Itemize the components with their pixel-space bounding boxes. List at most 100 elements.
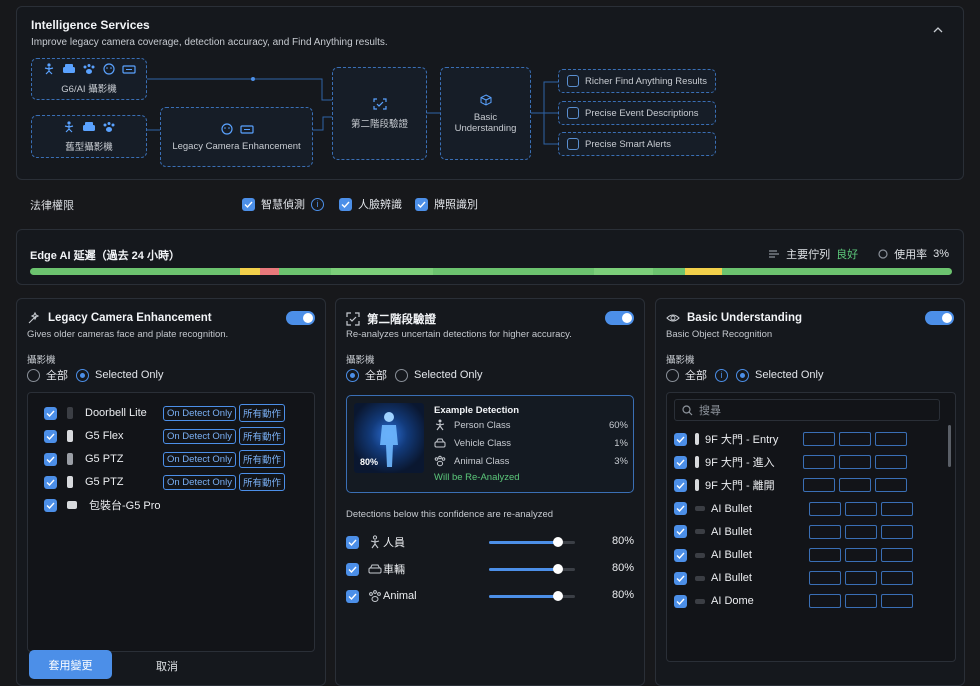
checkbox-checked-icon[interactable]	[674, 525, 687, 539]
info-icon[interactable]: i	[715, 368, 728, 382]
camera-icon	[67, 476, 73, 488]
mic-option-button[interactable]	[839, 478, 871, 493]
all-motion-button[interactable]: 所有動作	[238, 404, 285, 422]
checkbox-checked-icon[interactable]	[339, 197, 352, 211]
latency-bar	[30, 268, 952, 275]
search-input[interactable]: 搜尋	[674, 399, 940, 421]
camera-label: 攝影機	[346, 355, 375, 366]
audio-option-button[interactable]	[881, 571, 913, 586]
scrollbar[interactable]	[948, 425, 951, 467]
card-legacy-enhancement: Legacy Camera Enhancement Gives older ca…	[16, 298, 326, 686]
threshold-name: Animal	[383, 590, 417, 602]
scan-icon	[346, 312, 360, 326]
enhance-option-button[interactable]	[809, 524, 841, 539]
checkbox-checked-icon[interactable]	[346, 589, 359, 603]
enhance-option-button[interactable]	[803, 432, 835, 446]
radio-all[interactable]: 全部	[666, 367, 707, 383]
all-motion-button[interactable]: 所有動作	[238, 450, 285, 468]
list-item: 9F 大門 - 進入	[674, 454, 940, 470]
radio-label: 全部	[46, 370, 68, 382]
mic-option-button[interactable]	[839, 432, 871, 446]
mic-option-button[interactable]	[845, 501, 877, 516]
camera-name: 9F 大門 - 進入	[705, 457, 775, 470]
checkbox-checked-icon[interactable]	[674, 502, 687, 516]
radio-selected-only[interactable]: Selected Only	[76, 368, 164, 382]
enhance-option-button[interactable]	[809, 571, 841, 586]
radio-selected-icon[interactable]	[76, 368, 89, 382]
checkbox-checked-icon[interactable]	[674, 571, 687, 585]
audio-option-button[interactable]	[875, 455, 907, 470]
radio-selected-only[interactable]: Selected Only	[395, 368, 482, 382]
checkbox-checked-icon[interactable]	[674, 455, 687, 469]
usage-label: 使用率	[894, 249, 928, 261]
checkbox-checked-icon[interactable]	[674, 478, 687, 492]
info-icon[interactable]: i	[311, 197, 324, 211]
checkbox-checked-icon[interactable]	[346, 535, 359, 549]
slider-handle[interactable]	[552, 537, 563, 547]
all-motion-button[interactable]: 所有動作	[238, 473, 285, 491]
radio-label: 全部	[365, 370, 387, 382]
audio-option-button[interactable]	[875, 478, 907, 493]
slider-handle[interactable]	[552, 591, 563, 601]
device-name: G5 Flex	[85, 430, 124, 442]
audio-option-button[interactable]	[881, 524, 913, 539]
chevron-up-icon[interactable]	[933, 25, 943, 35]
checkbox-checked-icon[interactable]	[44, 475, 57, 489]
cancel-button[interactable]: 取消	[156, 658, 178, 674]
audio-option-button[interactable]	[875, 432, 907, 446]
checkbox-checked-icon[interactable]	[674, 432, 687, 446]
checkbox-checked-icon[interactable]	[674, 548, 687, 562]
checkbox-checked-icon[interactable]	[415, 197, 428, 211]
checkbox-checked-icon[interactable]	[44, 429, 57, 443]
checkbox-checked-icon[interactable]	[44, 406, 57, 420]
enhance-option-button[interactable]	[809, 501, 841, 516]
checkbox-checked-icon[interactable]	[44, 452, 57, 466]
radio-icon[interactable]	[27, 368, 40, 382]
mic-option-button[interactable]	[845, 571, 877, 586]
audio-option-button[interactable]	[881, 548, 913, 562]
on-detect-only-button[interactable]: On Detect Only	[163, 474, 236, 490]
radio-all[interactable]: 全部	[346, 367, 387, 383]
threshold-slider[interactable]	[489, 537, 575, 547]
radio-icon[interactable]	[666, 368, 679, 382]
legacy-toggle[interactable]	[286, 311, 315, 325]
radio-selected-icon[interactable]	[736, 368, 749, 382]
edge-ai-latency-panel: Edge AI 延遲（過去 24 小時） 主要佇列 良好 使用率 3%	[16, 229, 964, 285]
mic-option-button[interactable]	[845, 594, 877, 609]
enhance-option-button[interactable]	[803, 478, 835, 493]
basic-toggle[interactable]	[925, 311, 954, 325]
search-icon	[682, 404, 693, 415]
slider-handle[interactable]	[552, 564, 563, 574]
permission-face[interactable]: 人臉辨識	[339, 196, 402, 212]
audio-option-button[interactable]	[881, 594, 913, 609]
apply-button[interactable]: 套用變更	[29, 650, 112, 679]
radio-all[interactable]: 全部	[27, 367, 68, 383]
mic-option-button[interactable]	[839, 455, 871, 470]
checkbox-checked-icon[interactable]	[44, 498, 57, 512]
permission-plate[interactable]: 牌照識別	[415, 196, 478, 212]
on-detect-only-button[interactable]: On Detect Only	[163, 405, 236, 421]
on-detect-only-button[interactable]: On Detect Only	[163, 428, 236, 444]
checkbox-checked-icon[interactable]	[674, 594, 687, 608]
all-motion-button[interactable]: 所有動作	[238, 427, 285, 445]
animal-icon	[83, 64, 95, 74]
radio-selected-icon[interactable]	[346, 368, 359, 382]
enhance-option-button[interactable]	[803, 455, 835, 470]
audio-option-button[interactable]	[881, 501, 913, 516]
radio-icon[interactable]	[395, 368, 408, 382]
mic-option-button[interactable]	[845, 524, 877, 539]
enhance-option-button[interactable]	[809, 594, 841, 609]
threshold-slider[interactable]	[489, 564, 575, 574]
checkbox-checked-icon[interactable]	[346, 562, 359, 576]
on-detect-only-button[interactable]: On Detect Only	[163, 451, 236, 467]
camera-name: AI Bullet	[711, 549, 752, 561]
threshold-slider[interactable]	[489, 591, 575, 601]
example-row: Animal Class 3%	[434, 455, 628, 467]
stage2-toggle[interactable]	[605, 311, 634, 325]
mic-option-button[interactable]	[845, 548, 877, 562]
checkbox-checked-icon[interactable]	[242, 197, 255, 211]
permission-smart-detect[interactable]: 智慧偵測 i	[242, 196, 324, 212]
radio-label: Selected Only	[95, 369, 164, 381]
enhance-option-button[interactable]	[809, 548, 841, 562]
radio-selected-only[interactable]: Selected Only	[736, 368, 823, 382]
